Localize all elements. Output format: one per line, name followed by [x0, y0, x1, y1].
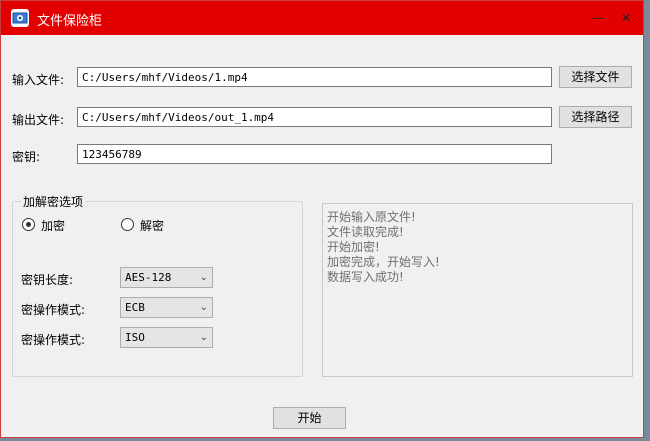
log-line: 数据写入成功! — [327, 270, 404, 284]
select-path-button[interactable]: 选择路径 — [559, 106, 632, 128]
key-label: 密钥: — [12, 150, 41, 164]
key-length-label: 密钥长度: — [21, 273, 74, 287]
log-line: 加密完成，开始写入! — [327, 255, 440, 269]
padding-mode-select[interactable]: ISO ⌄ — [120, 327, 213, 348]
chevron-down-icon: ⌄ — [199, 302, 208, 313]
output-file-label: 输出文件: — [12, 113, 65, 127]
input-file-field[interactable] — [77, 67, 552, 87]
key-field[interactable] — [77, 144, 552, 164]
chevron-down-icon: ⌄ — [199, 332, 208, 343]
cipher-mode-label: 密操作模式: — [21, 303, 86, 317]
cipher-mode-select[interactable]: ECB ⌄ — [120, 297, 213, 318]
output-file-field[interactable] — [77, 107, 552, 127]
chevron-down-icon: ⌄ — [199, 272, 208, 283]
app-window: 文件保险柜 — ✕ 输入文件: 选择文件 输出文件: 选择路径 密钥: 加解密选… — [0, 0, 644, 438]
log-line: 开始输入原文件! — [327, 210, 416, 224]
padding-mode-value: ISO — [125, 331, 145, 344]
close-button[interactable]: ✕ — [611, 5, 641, 31]
window-title: 文件保险柜 — [37, 14, 103, 29]
decrypt-label[interactable]: 解密 — [140, 217, 164, 234]
cipher-mode-value: ECB — [125, 301, 145, 314]
options-group-title: 加解密选项 — [21, 193, 86, 210]
key-length-select[interactable]: AES-128 ⌄ — [120, 267, 213, 288]
key-length-value: AES-128 — [125, 271, 172, 284]
padding-mode-label: 密操作模式: — [21, 333, 86, 347]
decrypt-radio[interactable] — [121, 218, 134, 231]
log-line: 开始加密! — [327, 240, 380, 254]
encrypt-radio[interactable] — [22, 218, 35, 231]
encrypt-label[interactable]: 加密 — [41, 217, 65, 234]
log-line: 文件读取完成! — [327, 225, 404, 239]
input-file-label: 输入文件: — [12, 73, 65, 87]
minimize-button[interactable]: — — [583, 5, 613, 31]
select-file-button[interactable]: 选择文件 — [559, 66, 632, 88]
start-button[interactable]: 开始 — [273, 407, 346, 429]
vault-icon — [11, 9, 29, 27]
log-textarea[interactable]: 开始输入原文件! 文件读取完成! 开始加密! 加密完成，开始写入! 数据写入成功… — [322, 203, 633, 377]
title-bar[interactable]: 文件保险柜 — ✕ — [1, 1, 643, 35]
